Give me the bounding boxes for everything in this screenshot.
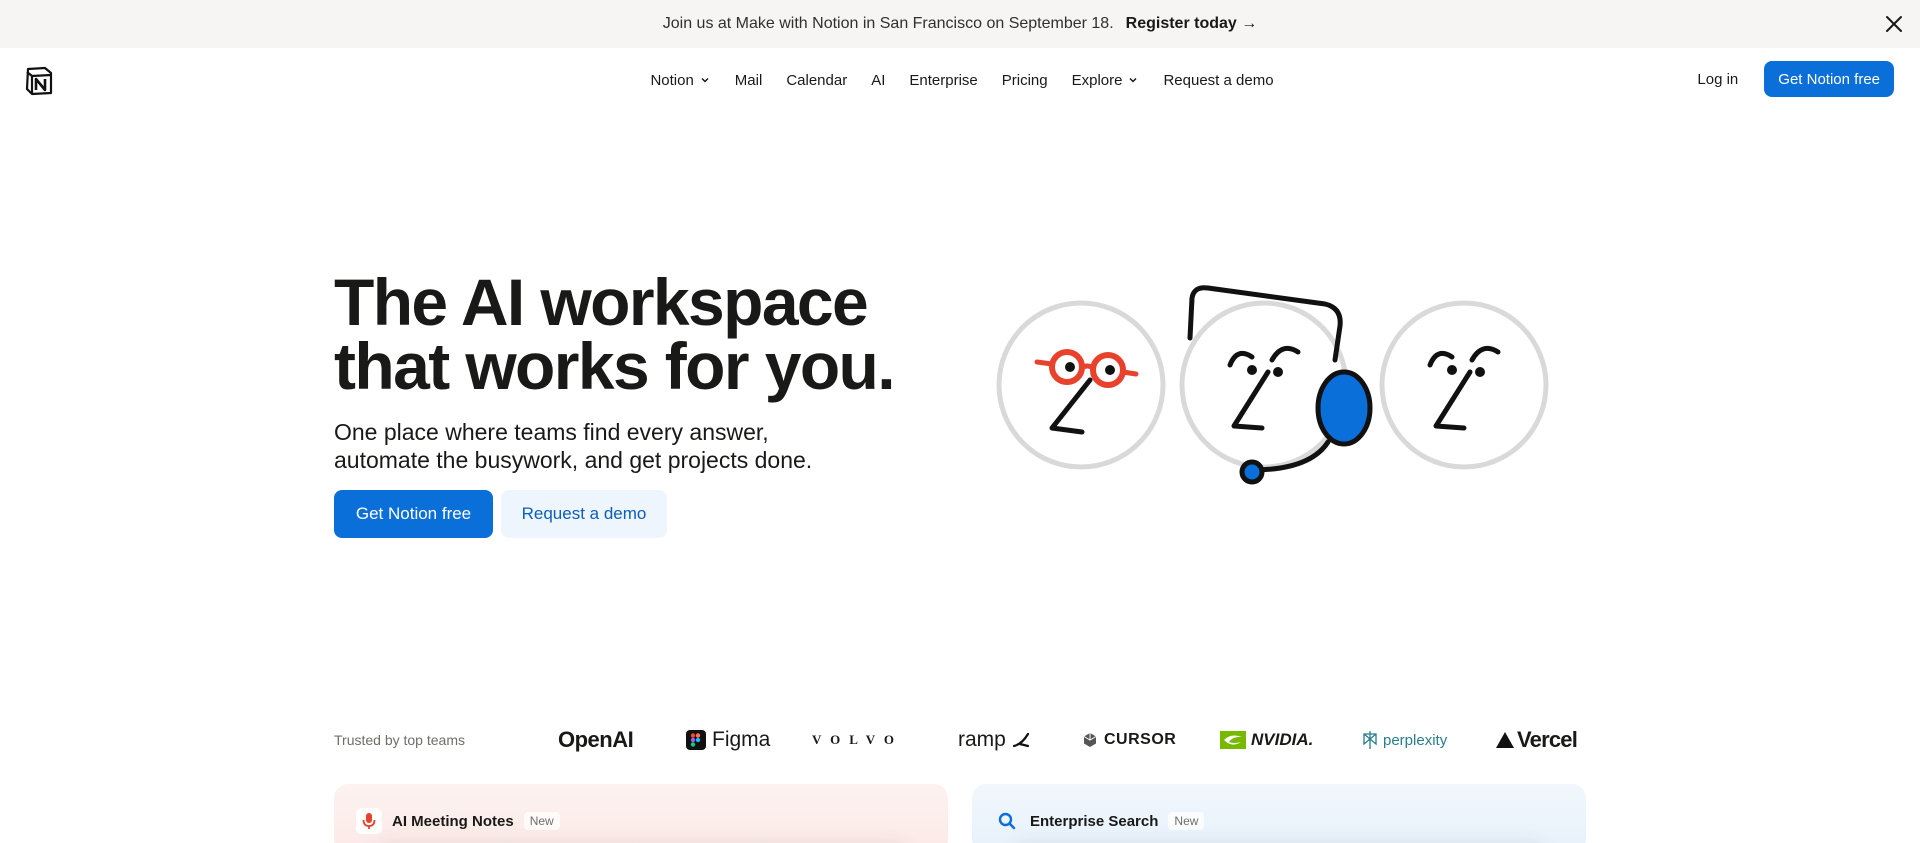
feature-card-enterprise-search[interactable]: Enterprise Search New: [972, 784, 1586, 843]
nav-item-label: Enterprise: [909, 71, 978, 89]
face-illustration: [1379, 300, 1549, 470]
nav-item-request-demo[interactable]: Request a demo: [1151, 66, 1285, 95]
chevron-down-icon: [701, 77, 709, 83]
hero-title-line2: that works for you.: [334, 329, 896, 403]
nav-item-label: Explore: [1071, 71, 1123, 89]
register-link[interactable]: Register today →: [1126, 15, 1258, 33]
brand-name: VOLVO: [812, 732, 903, 747]
vercel-logo: Vercel: [1495, 724, 1578, 756]
trusted-by-label: Trusted by top teams: [334, 732, 465, 748]
vercel-triangle-icon: [1496, 732, 1514, 748]
hero-title-line1: The AI workspace: [334, 265, 869, 339]
nav-actions: Log in Get Notion free: [1697, 61, 1894, 97]
new-badge: New: [523, 812, 560, 830]
card-title: AI Meeting Notes: [392, 812, 514, 830]
brand-name: Figma: [712, 728, 771, 751]
hero-subtitle-line1: One place where teams find every answer,: [334, 419, 769, 445]
card-title: Enterprise Search: [1030, 812, 1159, 830]
nav-item-pricing[interactable]: Pricing: [990, 66, 1060, 95]
cursor-cube-icon: [1083, 733, 1097, 747]
notion-logo-icon[interactable]: [23, 65, 55, 97]
figma-logo: Figma: [686, 724, 770, 756]
hero-request-demo-button[interactable]: Request a demo: [501, 490, 667, 538]
face-with-glasses-illustration: [996, 300, 1166, 470]
nav-item-label: Mail: [734, 71, 763, 89]
ramp-logo: ramp: [958, 724, 1030, 756]
hero-get-notion-free-button[interactable]: Get Notion free: [334, 490, 493, 538]
brand-name: ramp: [958, 728, 1006, 751]
face-with-headset-illustration: [1179, 285, 1373, 485]
announcement-banner: Join us at Make with Notion in San Franc…: [0, 0, 1920, 48]
volvo-logo: VOLVO: [812, 724, 903, 756]
feature-card-ai-meeting-notes[interactable]: AI Meeting Notes New: [334, 784, 948, 843]
nvidia-logo: NVIDIA.: [1220, 724, 1313, 756]
nav-item-label: Pricing: [1001, 71, 1048, 89]
nav-item-ai[interactable]: AI: [859, 66, 897, 95]
nav-item-label: Notion: [650, 71, 694, 89]
perplexity-icon: [1363, 731, 1377, 749]
hero-subtitle-line2: automate the busywork, and get projects …: [334, 447, 813, 473]
brand-name: OpenAI: [558, 727, 634, 752]
brand-name: Vercel: [1517, 727, 1578, 752]
nav-item-enterprise[interactable]: Enterprise: [897, 66, 989, 95]
close-icon[interactable]: [1882, 12, 1906, 36]
hero-illustration: [996, 285, 1549, 485]
login-link[interactable]: Log in: [1697, 71, 1738, 88]
figma-icon: [686, 730, 706, 750]
nav-item-explore[interactable]: Explore: [1060, 66, 1152, 95]
cursor-logo: CURSOR: [1082, 724, 1176, 756]
nav-item-mail[interactable]: Mail: [723, 66, 775, 95]
microphone-icon: [356, 808, 382, 834]
nav-item-notion[interactable]: Notion: [638, 66, 722, 95]
nav-item-label: Request a demo: [1163, 71, 1274, 89]
card-header: AI Meeting Notes New: [356, 808, 560, 834]
brand-name: NVIDIA.: [1251, 730, 1314, 749]
nav-links: Notion Mail Calendar AI Enterprise Prici…: [0, 48, 1920, 112]
nav-item-label: AI: [871, 71, 886, 89]
nvidia-eye-icon: [1220, 731, 1246, 749]
brand-name: CURSOR: [1104, 731, 1177, 748]
top-nav: Notion Mail Calendar AI Enterprise Prici…: [0, 48, 1920, 112]
nav-item-calendar[interactable]: Calendar: [774, 66, 859, 95]
brand-name: perplexity: [1383, 731, 1448, 749]
new-badge: New: [1168, 812, 1205, 830]
ramp-arrow-icon: [1012, 732, 1029, 748]
hero-title: The AI workspace that works for you.: [334, 269, 954, 399]
chevron-down-icon: [1129, 77, 1137, 83]
perplexity-logo: perplexity: [1362, 724, 1447, 756]
openai-logo: OpenAI: [558, 724, 634, 756]
hero-subtitle: One place where teams find every answer,…: [334, 418, 894, 474]
card-header: Enterprise Search New: [994, 808, 1205, 834]
nav-item-label: Calendar: [786, 71, 848, 89]
get-notion-free-button[interactable]: Get Notion free: [1764, 61, 1894, 97]
search-icon: [994, 808, 1020, 834]
banner-text: Join us at Make with Notion in San Franc…: [662, 15, 1114, 32]
